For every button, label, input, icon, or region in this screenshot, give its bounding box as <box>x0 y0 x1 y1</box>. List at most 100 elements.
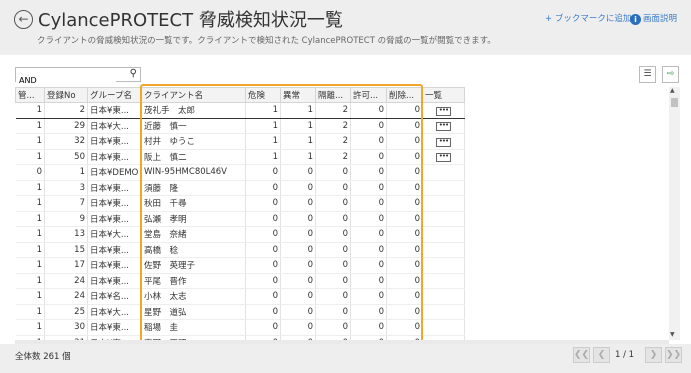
next-page-button[interactable]: ❯ <box>645 347 662 363</box>
col-danger-cell: 0 <box>245 257 281 274</box>
table-row[interactable]: 1 30 日本¥東... 稲場 圭00000 <box>15 319 465 336</box>
col-deleted-header[interactable]: 削除... <box>386 87 423 103</box>
scroll-down-icon[interactable]: ▼ <box>670 331 675 338</box>
page-header: ← CylancePROTECT 脅威検知状況一覧 クライアントの脅威検知状況の… <box>0 0 691 55</box>
col-reg-no-header[interactable]: 登録No <box>44 87 88 103</box>
col-group-header[interactable]: グループ名 <box>87 87 142 103</box>
table-row[interactable]: 1 24 日本¥名... 小林 太志 0 0 0 0 0 <box>15 288 465 305</box>
col-danger-cell: 0 <box>245 195 281 212</box>
col-allowed-cell: 0 <box>350 149 387 165</box>
col-abnormal-cell: 1 <box>280 149 316 165</box>
first-page-icon: ❮❮ <box>574 350 590 360</box>
col-allowed-cell: 0 <box>350 102 387 119</box>
table-row[interactable]: 1 32 日本¥東... 村井 ゆうこ 1 1 2 0 0 ••• <box>15 133 465 150</box>
col-allowed-cell: 0 <box>350 133 387 150</box>
col-danger-cell: 0 <box>245 319 281 336</box>
export-button[interactable]: ⇨ <box>662 66 679 83</box>
chevron-right-icon: ❯ <box>649 350 658 360</box>
threat-table: 管... 登録No グループ名 クライアント名 危険 異常 隔離... 許可... 削除... 一… <box>15 87 465 351</box>
table-row[interactable]: 1 25 日本¥大... 星野 道弘 0 0 0 0 0 <box>15 304 465 320</box>
scroll-up-icon[interactable]: ▲ <box>670 87 675 94</box>
search-icon[interactable]: ⚲ <box>130 68 137 79</box>
prev-page-button[interactable]: ❮ <box>593 347 610 363</box>
table-row[interactable]: 1 9 日本¥東... 弘瀬 孝明 0 0 0 0 0 <box>15 211 465 227</box>
col-client-cell: 須藤 隆 <box>141 180 246 196</box>
col-allowed-cell: 0 <box>350 257 387 274</box>
add-bookmark-link[interactable]: + ブックマークに追加 <box>545 12 631 24</box>
chevron-left-icon: ❮ <box>597 350 606 360</box>
col-abnormal-cell: 0 <box>280 257 316 274</box>
col-reg-no-cell: 29 <box>44 118 88 134</box>
page-title: CylancePROTECT 脅威検知状況一覧 <box>38 10 343 31</box>
col-abnormal-cell: 0 <box>280 164 316 181</box>
col-group-cell: 日本¥名... <box>87 288 142 305</box>
col-group-cell: 日本¥DEMO <box>87 164 142 181</box>
col-group-cell: 日本¥大... <box>87 226 142 243</box>
row-detail-button[interactable]: ••• <box>436 137 451 147</box>
col-list-cell <box>422 180 465 196</box>
col-reg-no-cell: 2 <box>44 102 88 119</box>
col-quarantine-cell: 0 <box>315 180 351 196</box>
table-row[interactable]: 1 24 日本¥東... 平尾 晋作 0 0 0 0 0 <box>15 273 465 289</box>
col-quarantine-cell: 0 <box>315 242 351 258</box>
col-mgmt-cell: 1 <box>15 226 45 243</box>
scroll-thumb[interactable] <box>671 98 678 107</box>
col-mgmt-cell: 1 <box>15 257 45 274</box>
col-reg-no-cell: 3 <box>44 180 88 196</box>
search-input[interactable] <box>16 74 116 87</box>
col-client-cell: 佐野 英理子 <box>141 257 246 274</box>
col-reg-no-cell: 7 <box>44 195 88 212</box>
list-view-button[interactable]: ☰ <box>639 66 656 83</box>
col-allowed-cell: 0 <box>350 319 387 336</box>
col-mgmt-header[interactable]: 管... <box>15 87 45 103</box>
table-row[interactable]: 1 29 日本¥大... 近藤 慎一 1 1 2 0 0 ••• <box>15 118 465 134</box>
last-page-button[interactable]: ❯❯ <box>665 347 682 363</box>
col-danger-cell: 1 <box>245 133 281 150</box>
col-client-cell: 高橋 稔 <box>141 242 246 258</box>
col-allowed-header[interactable]: 許可... <box>350 87 387 103</box>
col-danger-cell: 0 <box>245 304 281 320</box>
col-abnormal-cell: 0 <box>280 273 316 289</box>
col-list-cell <box>422 226 465 243</box>
screen-help-link[interactable]: i 画面説明 <box>630 12 677 25</box>
col-abnormal-header[interactable]: 異常 <box>280 87 316 103</box>
back-button[interactable]: ← <box>14 10 33 29</box>
col-allowed-cell: 0 <box>350 195 387 212</box>
col-list-header[interactable]: 一覧 <box>422 87 465 103</box>
col-abnormal-cell: 0 <box>280 211 316 227</box>
export-icon: ⇨ <box>666 69 675 79</box>
col-mgmt-cell: 1 <box>15 195 45 212</box>
col-group-cell: 日本¥東... <box>87 102 142 119</box>
col-mgmt-cell: 1 <box>15 288 45 305</box>
col-reg-no-cell: 13 <box>44 226 88 243</box>
col-client-header[interactable]: クライアント名 <box>141 87 246 103</box>
col-deleted-cell: 0 <box>386 304 423 320</box>
col-quarantine-cell: 2 <box>315 133 351 150</box>
table-row[interactable]: 1 13 日本¥大... 堂島 奈緒 0 0 0 0 0 <box>15 226 465 243</box>
col-quarantine-cell: 0 <box>315 319 351 336</box>
col-quarantine-cell: 0 <box>315 304 351 320</box>
table-footer: 全体数 261 個 ❮❮ ❮ 1 / 1 ❯ ❯❯ <box>0 344 691 373</box>
vertical-scrollbar[interactable]: ▲ ▼ <box>669 87 680 340</box>
col-client-cell: 堂島 奈緒 <box>141 226 246 243</box>
col-danger-header[interactable]: 危険 <box>245 87 281 103</box>
col-client-cell: 阪上 慎二 <box>141 149 246 165</box>
row-detail-button[interactable]: ••• <box>436 106 451 116</box>
table-row[interactable]: 1 2 日本¥東... 茂礼手 太郎 1 1 2 0 0 ••• <box>15 102 465 119</box>
table-row[interactable]: 1 15 日本¥東... 高橋 稔00000 <box>15 242 465 258</box>
row-detail-button[interactable]: ••• <box>436 153 451 163</box>
col-list-cell: ••• <box>422 118 465 134</box>
table-row[interactable]: 1 17 日本¥東... 佐野 英理子 0 0 0 0 0 <box>15 257 465 274</box>
table-row[interactable]: 1 50 日本¥東... 阪上 慎二 1 1 2 0 0 ••• <box>15 149 465 165</box>
col-list-cell <box>422 242 465 258</box>
col-quarantine-cell: 2 <box>315 149 351 165</box>
first-page-button[interactable]: ❮❮ <box>573 347 590 363</box>
col-quarantine-header[interactable]: 隔離... <box>315 87 351 103</box>
table-row[interactable]: 0 1 日本¥DEMO WIN-95HMC80L46V 0 0 0 0 0 <box>15 164 465 181</box>
row-detail-button[interactable]: ••• <box>436 122 451 132</box>
col-allowed-cell: 0 <box>350 273 387 289</box>
col-allowed-cell: 0 <box>350 304 387 320</box>
col-deleted-cell: 0 <box>386 319 423 336</box>
table-row[interactable]: 1 7 日本¥東... 秋田 千尋 0 0 0 0 0 <box>15 195 465 212</box>
table-row[interactable]: 1 3 日本¥東... 須藤 隆00000 <box>15 180 465 196</box>
